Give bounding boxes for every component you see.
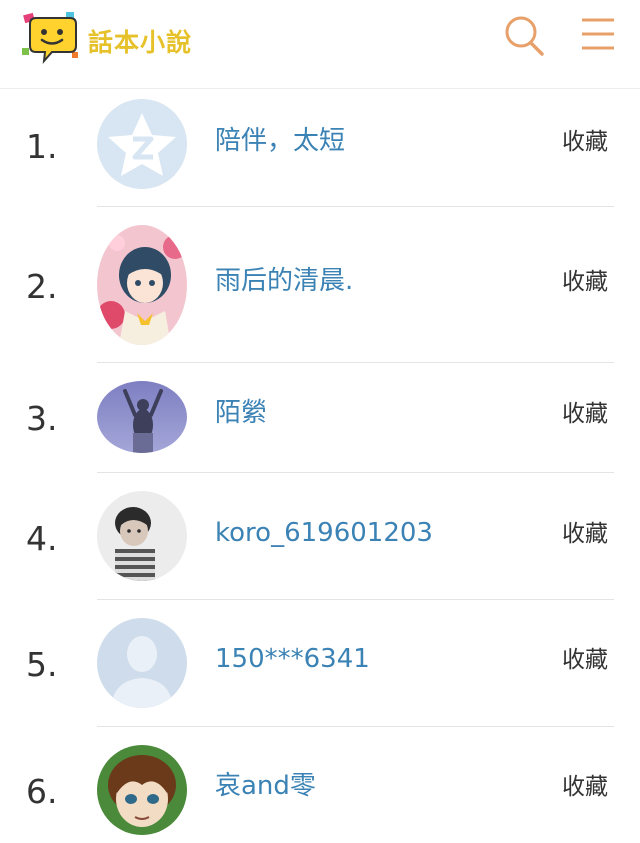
hamburger-menu-icon [582,18,614,50]
avatar[interactable] [97,745,187,835]
menu-button[interactable] [576,12,622,58]
rank-number: 6. [26,772,58,811]
username[interactable]: 哀and零 [215,770,316,802]
list-item: 5. 150***6341 收藏 [0,600,640,727]
child-photo-avatar [97,491,187,581]
rank-number: 1. [26,127,58,166]
collect-button[interactable]: 收藏 [562,645,608,675]
avatar[interactable] [97,99,187,189]
anime-girl-avatar [97,225,187,345]
avatar[interactable] [97,381,187,453]
rank-number: 3. [26,399,58,438]
avatar[interactable] [97,618,187,708]
collect-button[interactable]: 收藏 [562,267,608,297]
list-item: 6. 哀and零 收藏 [0,727,640,843]
collect-button[interactable]: 收藏 [562,127,608,157]
avatar[interactable] [97,491,187,581]
default-person-avatar [97,618,187,708]
username[interactable]: 雨后的清晨. [215,265,353,297]
site-logo[interactable]: 話本小說 [22,10,232,70]
username[interactable]: 陌縈 [215,397,267,429]
avatar[interactable] [97,225,187,345]
username[interactable]: 150***6341 [215,643,370,675]
search-icon [505,16,544,56]
list-item: 2. 雨后的清晨. 收藏 [0,207,640,363]
logo-text: 話本小說 [88,28,193,57]
list-item: 3. 陌縈 收藏 [0,363,640,473]
rank-number: 2. [26,267,58,306]
collect-button[interactable]: 收藏 [562,519,608,549]
list-item: 4. koro_619601203 收藏 [0,473,640,600]
rank-number: 4. [26,519,58,558]
speech-bubble-face-icon [22,12,78,65]
search-button[interactable] [500,12,550,58]
username[interactable]: koro_619601203 [215,517,433,549]
top-header: 話本小說 [0,0,640,89]
person-arms-raised-avatar [97,381,187,453]
qzone-default-avatar [97,99,187,189]
collect-button[interactable]: 收藏 [562,399,608,429]
list-item: 1. 陪伴，太短 收藏 [0,89,640,207]
anime-boy-avatar [97,745,187,835]
rank-number: 5. [26,645,58,684]
collect-button[interactable]: 收藏 [562,772,608,802]
username[interactable]: 陪伴，太短 [215,125,345,157]
